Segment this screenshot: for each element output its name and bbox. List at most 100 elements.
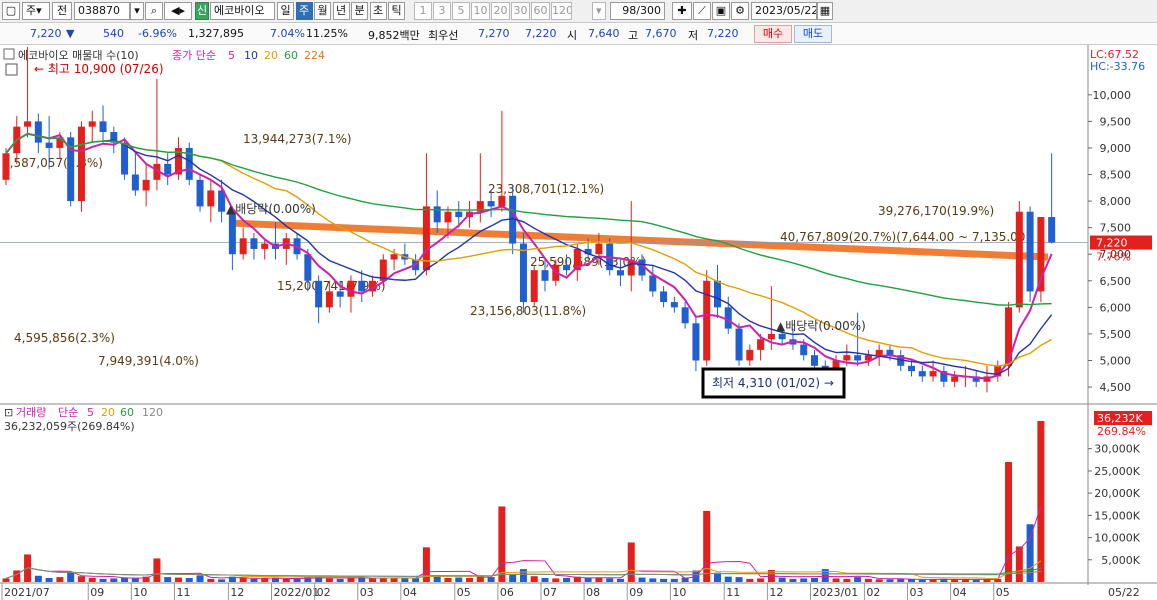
volume-ma-period: 120	[142, 406, 163, 419]
current-volume-tag-label: 36,232K	[1097, 412, 1143, 425]
candle-body	[951, 376, 959, 382]
volume-profile-label: 23,308,701(12.1%)	[488, 182, 604, 196]
volume-bar	[746, 578, 754, 582]
crosshair-icon[interactable]: ✚	[672, 2, 692, 20]
volume-bar	[207, 578, 215, 582]
candle-body	[541, 270, 549, 281]
period-tab-6[interactable]: 틱	[388, 2, 405, 20]
volume-bar	[875, 579, 883, 582]
candle-body	[616, 270, 624, 276]
time-tick-label: 03	[360, 586, 374, 599]
search-icon[interactable]: ⌕	[145, 2, 163, 20]
candle-body	[1026, 211, 1034, 292]
interval-button-60[interactable]: 60	[531, 2, 550, 20]
volume-tick-label: 20,000K	[1094, 487, 1140, 500]
volume-legend-title: 거래량	[16, 406, 46, 419]
volume-bar	[13, 570, 21, 582]
candle-body	[455, 211, 463, 218]
candle-body	[767, 333, 775, 340]
gear-icon[interactable]: ⚙	[731, 2, 749, 20]
volume-bar	[584, 578, 592, 582]
date-input[interactable]: 2023/05/22	[751, 2, 817, 20]
calendar-icon[interactable]: ▦	[817, 2, 833, 20]
buy-button[interactable]: 매수	[754, 25, 792, 43]
market-type-label: 주	[26, 4, 37, 17]
chart-toolbar: ▢ 주▾ 전 038870 ▾ ⌕ ◀▸ 신 에코바이오 일주월년분초틱 135…	[0, 0, 1157, 23]
interval-button-10[interactable]: 10	[471, 2, 490, 20]
candle-body	[444, 211, 452, 223]
candle-body	[239, 238, 247, 255]
time-tick-label: 07	[543, 586, 557, 599]
market-type-select[interactable]: 주▾	[22, 2, 50, 20]
high-label: 고	[628, 29, 639, 42]
period-tab-1[interactable]: 주	[295, 2, 313, 20]
candle-body	[735, 328, 743, 361]
volume-bar	[99, 578, 107, 582]
interval-button-1[interactable]: 1	[414, 2, 432, 20]
candle-body	[487, 201, 495, 207]
volume-bar	[239, 578, 247, 582]
chevron-down-icon[interactable]: ▾	[130, 2, 144, 20]
volume-bar	[616, 578, 624, 582]
credit-badge: 신	[195, 2, 209, 20]
volume-bar	[832, 578, 840, 582]
best-quote-label: 최우선	[428, 29, 459, 42]
volume-bar	[56, 577, 64, 582]
interval-select[interactable]: ▾	[592, 2, 606, 20]
candle-body	[703, 280, 711, 361]
time-tick-label: 11	[726, 586, 740, 599]
bar-count-input[interactable]: 98/300	[610, 2, 665, 20]
candle-body	[778, 333, 786, 340]
period-tab-2[interactable]: 월	[314, 2, 331, 20]
stock-chart[interactable]: 10,0009,5009,0008,5008,0007,5007,0006,50…	[0, 45, 1157, 600]
interval-button-30[interactable]: 30	[511, 2, 530, 20]
volume-bar	[649, 578, 657, 582]
quote-bar: 7,220 ▼ 540 -6.96% 1,327,895 7.04% 11.25…	[0, 23, 1157, 45]
time-tick-label-right: 05/22	[1108, 586, 1140, 599]
interval-button-5[interactable]: 5	[452, 2, 470, 20]
volume-tick-label: 15,000K	[1094, 509, 1140, 522]
candle-body	[390, 254, 398, 260]
volume-bar	[530, 576, 538, 582]
period-tab-4[interactable]: 분	[351, 2, 368, 20]
volume-ma-period: 20	[101, 406, 115, 419]
candle-body	[724, 307, 732, 329]
ma-legend-period: 5	[228, 49, 235, 62]
current-price-tag-label: 7,220	[1096, 237, 1128, 250]
stock-code-input[interactable]: 038870	[74, 2, 130, 20]
volume-bar	[1037, 421, 1045, 582]
volume-bar	[670, 578, 678, 582]
period-tab-3[interactable]: 년	[332, 2, 350, 20]
candle-body	[757, 339, 765, 350]
candle-body	[131, 174, 139, 191]
interval-button-3[interactable]: 3	[433, 2, 451, 20]
save-icon[interactable]: ▣	[712, 2, 730, 20]
dividend-label: ▲배당락(0.00%)	[226, 202, 316, 216]
candle-body	[228, 211, 236, 255]
time-tick-label: 08	[586, 586, 600, 599]
window-icon[interactable]: ▢	[2, 2, 20, 20]
time-tick-label: 2023/01	[813, 586, 859, 599]
volume-value-label: 36,232,059주(269.84%)	[4, 420, 135, 433]
draw-line-icon[interactable]: ⟋	[693, 2, 711, 20]
market-all-button[interactable]: 전	[52, 2, 72, 20]
period-tab-5[interactable]: 초	[369, 2, 387, 20]
volume-bar	[444, 578, 452, 582]
time-tick-label: 10	[672, 586, 686, 599]
volume-bar	[466, 578, 474, 582]
sell-button[interactable]: 매도	[794, 25, 832, 43]
price-tick-label: 9,000	[1100, 142, 1132, 155]
volume-bar	[638, 577, 646, 582]
volume-bar	[778, 577, 786, 582]
time-tick-label: 04	[403, 586, 417, 599]
price-tick-label: 8,500	[1100, 169, 1132, 182]
volume-bar	[1015, 546, 1023, 582]
time-tick-label: 06	[500, 586, 514, 599]
candle-body	[164, 163, 172, 175]
period-tab-0[interactable]: 일	[277, 2, 294, 20]
candle-body	[800, 344, 808, 356]
interval-button-120[interactable]: 120	[551, 2, 572, 20]
candle-body	[811, 355, 818, 366]
speaker-icon[interactable]: ◀▸	[164, 2, 192, 20]
interval-button-20[interactable]: 20	[491, 2, 510, 20]
